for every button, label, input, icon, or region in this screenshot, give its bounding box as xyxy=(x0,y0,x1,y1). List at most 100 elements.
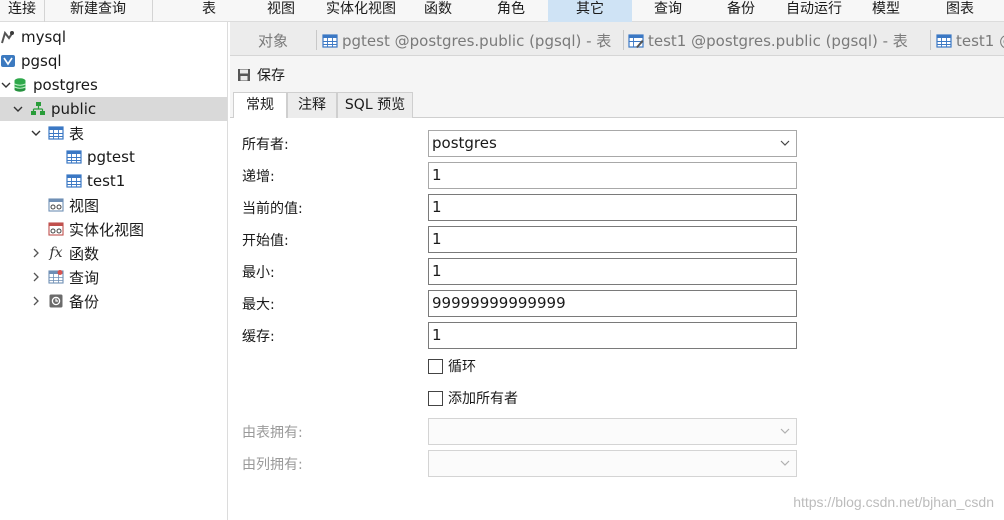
editor-tab-strip: 对象 pgtest @postgres.public (pgsql) - 表 t… xyxy=(230,22,1004,56)
owned-by-table-label: 由表拥有: xyxy=(242,425,303,441)
table-icon xyxy=(66,149,82,165)
tree-label: 视图 xyxy=(69,196,100,215)
checkbox-box[interactable] xyxy=(428,390,443,406)
menu-new-query[interactable]: 新建查询 xyxy=(45,0,151,22)
menu-model[interactable]: 模型 xyxy=(864,0,908,22)
chevron-down-icon xyxy=(780,455,790,471)
tab-separator xyxy=(316,30,317,50)
function-icon: fx xyxy=(49,245,63,261)
tab-separator xyxy=(623,30,624,50)
tab-pgtest-table[interactable]: pgtest @postgres.public (pgsql) - 表 xyxy=(322,26,620,55)
tree-item-queries[interactable]: 查询 xyxy=(0,265,227,289)
sequence-general-form: 所有者: postgres 递增: 1 当前的值: 1 开始值: 1 最小: 1… xyxy=(230,118,1004,520)
chevron-down-icon[interactable] xyxy=(0,73,12,97)
menu-connect[interactable]: 连接 xyxy=(0,0,44,22)
checkbox-box[interactable] xyxy=(428,358,443,374)
tree-item-functions[interactable]: fx 函数 xyxy=(0,241,227,265)
menu-table[interactable]: 表 xyxy=(190,0,228,22)
tab-test1-design[interactable]: test1 @postgres.public (pgsql) - 表 xyxy=(628,26,928,55)
start-value-input[interactable]: 1 xyxy=(428,226,797,253)
menu-auto-run[interactable]: 自动运行 xyxy=(780,0,848,22)
menu-role[interactable]: 角色 xyxy=(490,0,532,22)
tab-label: test1 @postgres.public (pgsql) - 表 xyxy=(648,32,908,50)
chevron-down-icon xyxy=(780,135,790,151)
menu-query[interactable]: 查询 xyxy=(646,0,690,22)
tree-item-tables[interactable]: 表 xyxy=(0,121,227,145)
add-owner-label: 添加所有者 xyxy=(448,391,518,407)
query-icon xyxy=(48,269,64,285)
max-value-label: 最大: xyxy=(242,297,275,313)
tree-item-views[interactable]: 视图 xyxy=(0,193,227,217)
tree-label: postgres xyxy=(33,76,98,94)
tree-item-mysql[interactable]: mysql xyxy=(0,25,227,49)
save-label: 保存 xyxy=(257,68,285,84)
chevron-down-icon[interactable] xyxy=(12,97,24,121)
chevron-right-icon[interactable] xyxy=(30,265,42,289)
tab-sql-preview[interactable]: SQL 预览 xyxy=(337,92,413,118)
owner-label: 所有者: xyxy=(242,137,289,153)
cache-label: 缓存: xyxy=(242,329,275,345)
current-value-input[interactable]: 1 xyxy=(428,194,797,221)
tree-label: 函数 xyxy=(69,244,100,263)
schema-icon xyxy=(30,101,46,117)
increment-label: 递增: xyxy=(242,169,275,185)
view-icon xyxy=(48,197,64,213)
tree-label: 备份 xyxy=(69,292,100,311)
tree-item-materialized-views[interactable]: 实体化视图 xyxy=(0,217,227,241)
menu-other[interactable]: 其它 xyxy=(548,0,632,22)
pgsql-icon xyxy=(0,53,16,69)
table-icon xyxy=(48,125,64,141)
add-owner-checkbox[interactable]: 添加所有者 xyxy=(428,388,518,408)
object-toolbar: 保存 xyxy=(230,56,1004,92)
tree-item-backups[interactable]: 备份 xyxy=(0,289,227,313)
tree-label: 表 xyxy=(69,124,85,143)
tab-general[interactable]: 常规 xyxy=(233,92,287,119)
tab-test1-table[interactable]: test1 @postgres.public (pgsql) - 表 xyxy=(936,26,1004,55)
chevron-down-icon xyxy=(780,423,790,439)
menu-backup[interactable]: 备份 xyxy=(720,0,762,22)
cycle-checkbox[interactable]: 循环 xyxy=(428,356,476,376)
tree-item-postgres[interactable]: postgres xyxy=(0,73,227,97)
menu-toolbar: 连接 新建查询 表 视图 实体化视图 函数 角色 其它 查询 备份 自动运行 模… xyxy=(0,0,1004,22)
cycle-label: 循环 xyxy=(448,359,476,375)
watermark-text: https://blog.csdn.net/bjhan_csdn xyxy=(793,494,994,510)
tree-item-public[interactable]: public xyxy=(0,97,227,121)
menu-view[interactable]: 视图 xyxy=(260,0,302,22)
max-value-input[interactable]: 99999999999999 xyxy=(428,290,797,317)
save-button[interactable]: 保存 xyxy=(236,65,285,85)
increment-input[interactable]: 1 xyxy=(428,162,797,189)
materialized-view-icon xyxy=(48,221,64,237)
min-value-input[interactable]: 1 xyxy=(428,258,797,285)
navigator-tree: mysql pgsql postgres public 表 pgtest tes… xyxy=(0,22,228,520)
mysql-icon xyxy=(0,29,16,45)
chevron-right-icon[interactable] xyxy=(30,241,42,265)
table-design-icon xyxy=(628,33,644,49)
start-value-label: 开始值: xyxy=(242,233,289,249)
tree-item-pgtest[interactable]: pgtest xyxy=(0,145,227,169)
tab-comment[interactable]: 注释 xyxy=(287,92,337,118)
min-value-label: 最小: xyxy=(242,265,275,281)
tab-separator xyxy=(930,30,931,50)
tree-label: pgtest xyxy=(87,148,135,166)
menu-function[interactable]: 函数 xyxy=(416,0,460,22)
save-icon xyxy=(236,67,252,83)
tree-item-pgsql[interactable]: pgsql xyxy=(0,49,227,73)
owned-by-column-select[interactable] xyxy=(428,450,797,477)
owned-by-table-select[interactable] xyxy=(428,418,797,445)
chevron-down-icon[interactable] xyxy=(30,121,42,145)
tree-item-test1[interactable]: test1 xyxy=(0,169,227,193)
sequence-subtabs: 常规 注释 SQL 预览 xyxy=(230,92,1004,119)
table-icon xyxy=(66,173,82,189)
menu-chart[interactable]: 图表 xyxy=(938,0,982,22)
backup-icon xyxy=(48,293,64,309)
owner-select[interactable]: postgres xyxy=(428,130,797,157)
tree-label: public xyxy=(51,100,97,118)
tab-label: test1 @postgres.public (pgsql) - 表 xyxy=(956,32,1004,50)
cache-input[interactable]: 1 xyxy=(428,322,797,349)
tree-label: pgsql xyxy=(21,52,62,70)
menu-materialized-view[interactable]: 实体化视图 xyxy=(318,0,404,22)
current-value-label: 当前的值: xyxy=(242,201,303,217)
table-icon xyxy=(936,33,952,49)
tab-objects[interactable]: 对象 xyxy=(258,26,288,55)
chevron-right-icon[interactable] xyxy=(30,289,42,313)
